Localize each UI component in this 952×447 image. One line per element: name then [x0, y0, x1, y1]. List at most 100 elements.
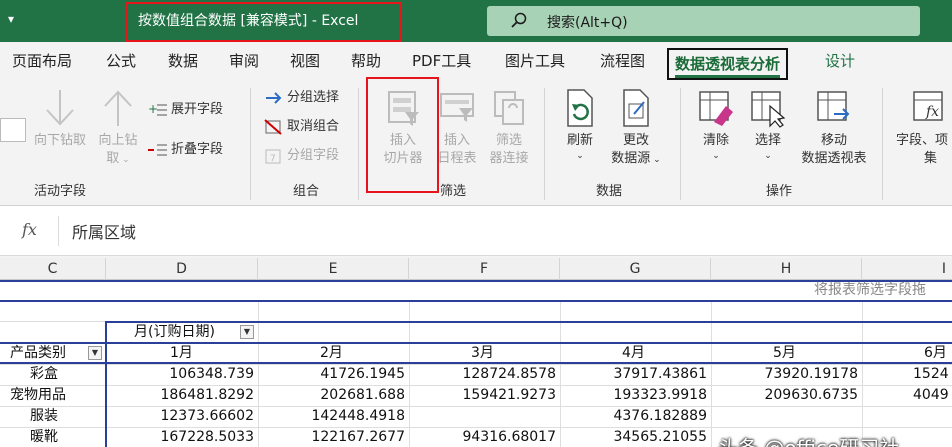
refresh-dropdown-icon[interactable]: ⌄ [556, 150, 604, 162]
formula-bar: fx 所属区域 [0, 206, 952, 256]
filter-connections-label-2: 器连接 [489, 151, 529, 166]
drill-up-label-1: 向上钻 [98, 133, 138, 148]
tab-formulas[interactable]: 公式 [106, 50, 136, 71]
document-title: 按数值组合数据 [兼容模式] - Excel [126, 2, 402, 42]
clear-button[interactable]: 清除 ⌄ [692, 88, 740, 162]
tab-pivottable-analyze-label: 数据透视表分析 [675, 53, 781, 78]
fields-items-sets-button[interactable]: fx 字段、项 集 [892, 88, 952, 168]
ribbon: 向下钻取 向上钻 取 ⌄ + 展开字段 折叠字段 活动字段 分组选择 取消组合 … [0, 77, 952, 206]
value-cell[interactable]: 159421.9273 [411, 385, 556, 405]
expand-field-icon: + [148, 102, 167, 116]
column-header-e[interactable]: E [258, 258, 409, 280]
active-field-input[interactable] [0, 118, 26, 142]
tab-view[interactable]: 视图 [290, 50, 320, 71]
pivot-border-top [105, 321, 952, 323]
column-header-c[interactable]: C [0, 258, 106, 280]
tab-design[interactable]: 设计 [825, 50, 855, 71]
row-category: 宠物用品 [10, 387, 66, 403]
value-cell[interactable]: 12373.66602 [108, 406, 254, 426]
calendar-icon: 7 [265, 149, 281, 164]
ungroup-label: 取消组合 [287, 119, 340, 134]
refresh-icon [567, 89, 593, 127]
function-icon[interactable]: fx [22, 220, 37, 239]
value-cell[interactable]: 202681.688 [260, 385, 405, 405]
month-header-2: 2月 [320, 345, 343, 361]
group-selection-button[interactable]: 分组选择 [264, 88, 339, 108]
tab-flowchart[interactable]: 流程图 [600, 50, 645, 71]
formula-input[interactable]: 所属区域 [72, 219, 136, 243]
insert-timeline-button[interactable]: 插入 日程表 [436, 88, 478, 168]
move-pivottable-label-1: 移动 [820, 133, 847, 148]
value-cell[interactable]: 73920.19178 [713, 364, 858, 384]
column-header-d[interactable]: D [106, 258, 258, 280]
fields-items-label-2: 集 [924, 151, 938, 166]
value-cell[interactable]: 193323.9918 [562, 385, 707, 405]
filter-group-label: 筛选 [440, 184, 467, 199]
tab-review[interactable]: 审阅 [229, 50, 259, 71]
value-cell[interactable]: 41726.1945 [260, 364, 405, 384]
svg-text:+: + [148, 102, 158, 116]
row-category: 暖靴 [30, 429, 58, 445]
value-cell[interactable]: 34565.21055 [562, 427, 707, 447]
expand-field-button[interactable]: + 展开字段 [148, 100, 223, 120]
ribbon-separator [882, 88, 883, 200]
tab-page-layout[interactable]: 页面布局 [12, 50, 72, 71]
tab-pivottable-analyze[interactable]: 数据透视表分析 [667, 48, 789, 80]
ungroup-button[interactable]: 取消组合 [264, 117, 339, 137]
pivot-filter-border-bottom [0, 300, 952, 302]
value-cell[interactable]: 209630.6735 [713, 385, 858, 405]
tab-picture-tools[interactable]: 图片工具 [505, 50, 565, 71]
eraser-icon [699, 91, 733, 126]
refresh-button[interactable]: 刷新 ⌄ [556, 88, 604, 162]
value-cell[interactable]: 4376.182889 [562, 406, 707, 426]
move-pivottable-button[interactable]: 移动 数据透视表 [794, 88, 874, 168]
move-pivottable-icon [817, 91, 850, 121]
row-field-filter-dropdown-icon[interactable]: ▼ [88, 346, 102, 360]
value-cell[interactable]: 106348.739 [108, 364, 254, 384]
change-source-label-2: 数据源 [611, 151, 651, 166]
value-cell[interactable]: 4049 [913, 385, 949, 405]
month-header-4: 4月 [622, 345, 645, 361]
drill-down-button[interactable]: 向下钻取 [28, 88, 92, 150]
watermark: 头条 @office研习社 [718, 432, 899, 447]
ribbon-separator [358, 88, 359, 200]
select-label: 选择 [754, 133, 781, 148]
value-cell[interactable]: 1524 [913, 364, 949, 384]
quick-access-menu-icon[interactable]: ▾ [8, 12, 14, 26]
value-cell[interactable]: 186481.8292 [108, 385, 254, 405]
row-category: 服装 [30, 408, 58, 424]
ribbon-separator [544, 88, 545, 200]
column-header-g[interactable]: G [560, 258, 711, 280]
pivot-filter-border-top [0, 280, 952, 282]
clear-dropdown-icon[interactable]: ⌄ [692, 150, 740, 162]
value-cell[interactable]: 128724.8578 [411, 364, 556, 384]
search-box[interactable]: 搜索(Alt+Q) [487, 6, 920, 36]
tab-help[interactable]: 帮助 [351, 50, 381, 71]
timeline-icon [440, 93, 474, 122]
collapse-field-label: 折叠字段 [171, 142, 224, 157]
fields-items-label-1: 字段、项 [896, 133, 949, 148]
worksheet-grid[interactable]: 将报表筛选字段拖 月(订购日期) ▼ 产品类别 ▼ 1月 2月 3月 4月 5月… [0, 280, 952, 447]
tab-data[interactable]: 数据 [168, 50, 198, 71]
value-cell[interactable]: 142448.4918 [260, 406, 405, 426]
group-field-button[interactable]: 7 分组字段 [264, 146, 339, 166]
slicer-highlight-box [366, 77, 439, 193]
value-cell[interactable]: 37917.43861 [562, 364, 707, 384]
value-cell[interactable]: 167228.5033 [108, 427, 254, 447]
drill-up-button[interactable]: 向上钻 取 ⌄ [92, 88, 144, 169]
tab-pdf-tools[interactable]: PDF工具 [412, 50, 471, 71]
data-group-label: 数据 [596, 184, 623, 199]
collapse-field-button[interactable]: 折叠字段 [148, 140, 223, 160]
column-header-i[interactable]: I [862, 258, 952, 280]
ribbon-separator [250, 88, 251, 200]
select-dropdown-icon[interactable]: ⌄ [744, 150, 792, 162]
filter-connections-button[interactable]: 筛选 器连接 [484, 88, 534, 168]
column-header-f[interactable]: F [409, 258, 560, 280]
value-cell[interactable]: 94316.68017 [411, 427, 556, 447]
column-header-h[interactable]: H [711, 258, 862, 280]
select-button[interactable]: 选择 ⌄ [744, 88, 792, 162]
column-field-filter-dropdown-icon[interactable]: ▼ [240, 325, 254, 339]
change-data-source-button[interactable]: 更改 数据源 ⌄ [604, 88, 668, 169]
value-cell[interactable]: 122167.2677 [260, 427, 405, 447]
group-arrow-icon [266, 91, 282, 104]
